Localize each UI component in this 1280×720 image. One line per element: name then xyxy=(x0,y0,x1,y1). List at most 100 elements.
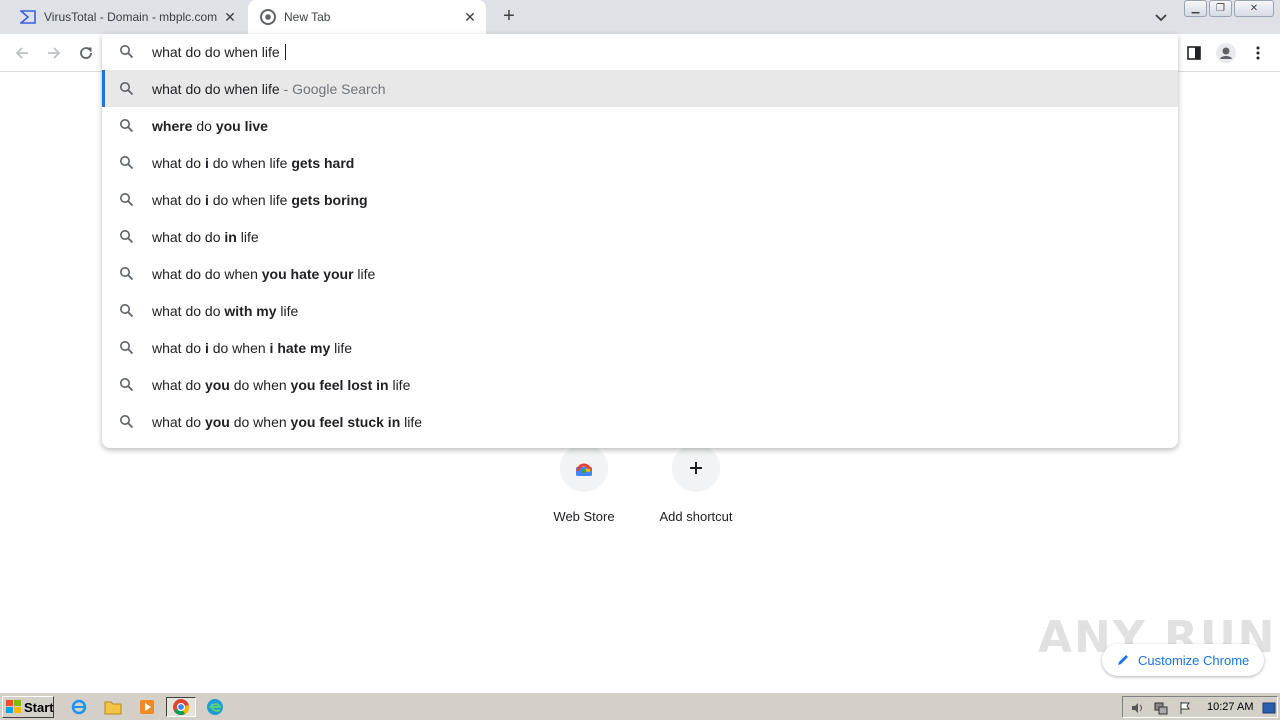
customize-chrome-button[interactable]: Customize Chrome xyxy=(1102,644,1264,676)
suggestion-text-part: what do xyxy=(152,376,205,393)
add-shortcut-button[interactable]: Add shortcut xyxy=(640,444,752,524)
start-label: Start xyxy=(24,699,54,715)
reload-icon[interactable] xyxy=(74,41,98,65)
suggestion-text-part: gets hard xyxy=(291,154,355,171)
omnibox-suggestion[interactable]: what do i do when life gets hard xyxy=(102,144,1178,181)
omnibox-suggestion[interactable]: what do do in life xyxy=(102,218,1178,255)
omnibox-suggestion[interactable]: what do you do when you feel stuck in li… xyxy=(102,403,1178,440)
suggestion-text-part: gets boring xyxy=(291,191,368,208)
tab-title: VirusTotal - Domain - mbplc.com xyxy=(44,10,218,24)
suggestion-text-part: you live xyxy=(215,117,268,134)
taskbar-clock: 10:27 AM xyxy=(1207,701,1254,713)
internet-explorer-icon[interactable] xyxy=(68,697,90,717)
minimize-button[interactable]: ▁ xyxy=(1184,0,1207,17)
side-panel-icon[interactable] xyxy=(1182,41,1206,65)
suggestion-text-part: you feel lost in xyxy=(290,376,389,393)
suggestion-text-part: where xyxy=(152,117,193,134)
windows-logo-icon xyxy=(6,700,22,714)
windows-taskbar: Start 10:27 AM xyxy=(0,692,1280,720)
close-icon[interactable]: ✕ xyxy=(462,9,478,25)
close-window-button[interactable]: ✕ xyxy=(1234,0,1274,17)
chrome-taskbar-icon[interactable] xyxy=(166,697,196,717)
omnibox-suggestion[interactable]: what do i do when i hate my life xyxy=(102,329,1178,366)
start-button[interactable]: Start xyxy=(2,696,54,718)
volume-icon[interactable] xyxy=(1129,700,1145,716)
more-menu-icon[interactable] xyxy=(1246,41,1270,65)
suggestion-text: what do do in life xyxy=(152,229,259,245)
suggestion-text-part: do xyxy=(192,117,216,134)
new-tab-button[interactable]: + xyxy=(498,5,520,27)
suggestion-text: what do do with my life xyxy=(152,303,298,319)
suggestion-text: what do i do when i hate my life xyxy=(152,340,352,356)
suggestion-text-part: you hate your xyxy=(261,265,354,282)
suggestion-text: what do i do when life gets hard xyxy=(152,155,354,171)
tab-new-tab[interactable]: New Tab ✕ xyxy=(248,0,486,34)
suggestion-text-part: in xyxy=(224,228,237,245)
omnibox-suggestion[interactable]: where do you live xyxy=(102,107,1178,144)
suggestion-text-part: what do xyxy=(152,413,205,430)
suggestion-text-part: do when xyxy=(208,339,270,356)
suggestion-text-part: do when xyxy=(229,413,291,430)
back-arrow-icon[interactable] xyxy=(10,41,34,65)
profile-avatar-icon[interactable] xyxy=(1214,41,1238,65)
chrome-icon xyxy=(260,9,276,25)
suggestion-text-part: life xyxy=(236,228,259,245)
suggestion-text-part: life xyxy=(400,413,423,430)
suggestion-text-part: life xyxy=(276,302,299,319)
show-desktop-icon[interactable] xyxy=(1261,700,1277,716)
suggestion-text-part: what do do when xyxy=(152,265,262,282)
search-icon xyxy=(119,81,134,99)
suggestion-text-part: you xyxy=(204,413,230,430)
edge-icon[interactable] xyxy=(204,697,226,717)
tab-search-chevron-down-icon[interactable] xyxy=(1152,8,1170,26)
window-controls: ▁ ❐ ✕ xyxy=(1182,0,1274,17)
suggestion-text-part: what do xyxy=(152,154,205,171)
media-player-icon[interactable] xyxy=(136,697,158,717)
search-icon xyxy=(119,118,134,136)
search-icon xyxy=(119,266,134,284)
search-icon xyxy=(119,155,134,173)
shortcut-web-store[interactable]: Web Store xyxy=(528,444,640,524)
suggestion-text-part: do when xyxy=(229,376,291,393)
omnibox-suggestion[interactable]: what do do when you hate your life xyxy=(102,255,1178,292)
suggestion-text-part: you feel stuck in xyxy=(290,413,401,430)
suggestion-text-part: with my xyxy=(224,302,277,319)
suggestion-suffix: - Google Search xyxy=(279,80,386,97)
omnibox-text: what do do when life xyxy=(152,44,284,60)
shortcut-label: Web Store xyxy=(553,509,615,524)
restore-button[interactable]: ❐ xyxy=(1209,0,1232,17)
omnibox-suggestion[interactable]: what do do when life - Google Search xyxy=(102,70,1178,107)
suggestion-text: what do do when life - Google Search xyxy=(152,81,385,97)
omnibox-suggestion[interactable]: what do you do when you feel lost in lif… xyxy=(102,366,1178,403)
tab-strip: VirusTotal - Domain - mbplc.com ✕ New Ta… xyxy=(0,0,1280,34)
file-explorer-icon[interactable] xyxy=(102,697,124,717)
suggestion-text: what do you do when you feel lost in lif… xyxy=(152,377,410,393)
suggestion-text-part: life xyxy=(353,265,376,282)
suggestion-text-part: what do xyxy=(152,191,205,208)
suggestion-text-part: life xyxy=(330,339,353,356)
suggestion-text: what do i do when life gets boring xyxy=(152,192,368,208)
tab-virustotal[interactable]: VirusTotal - Domain - mbplc.com ✕ xyxy=(8,0,246,34)
suggestion-text: where do you live xyxy=(152,118,268,134)
forward-arrow-icon[interactable] xyxy=(42,41,66,65)
search-icon xyxy=(119,414,134,432)
system-tray: 10:27 AM xyxy=(1122,696,1278,718)
suggestion-text: what do do when you hate your life xyxy=(152,266,375,282)
omnibox-suggestion[interactable]: what do i do when life gets boring xyxy=(102,181,1178,218)
suggestion-text-part: you xyxy=(204,376,230,393)
tab-title: New Tab xyxy=(284,10,331,24)
suggestion-text-part: life xyxy=(388,376,411,393)
search-icon xyxy=(119,340,134,358)
close-icon[interactable]: ✕ xyxy=(222,9,238,25)
omnibox-suggestion[interactable]: what do do with my life xyxy=(102,292,1178,329)
action-center-flag-icon[interactable] xyxy=(1177,700,1193,716)
suggestion-text-part: what do do xyxy=(152,228,225,245)
chrome-web-store-icon xyxy=(560,444,608,492)
suggestion-text: what do you do when you feel stuck in li… xyxy=(152,414,422,430)
customize-label: Customize Chrome xyxy=(1138,652,1250,668)
search-icon xyxy=(119,303,134,321)
search-icon xyxy=(119,377,134,395)
network-icon[interactable] xyxy=(1153,700,1169,716)
omnibox-input[interactable]: what do do when life xyxy=(102,34,1178,70)
suggestion-text-part: i hate my xyxy=(269,339,331,356)
